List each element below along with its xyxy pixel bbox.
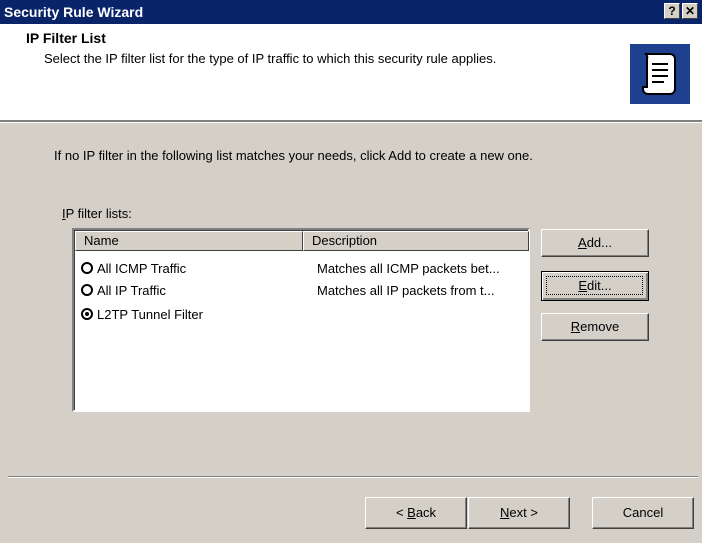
radio-button-selected[interactable] [81, 308, 93, 320]
title-bar: Security Rule Wizard ? ✕ [0, 0, 702, 24]
column-header-description[interactable]: Description [303, 231, 529, 251]
list-item[interactable]: L2TP Tunnel Filter [81, 305, 521, 325]
list-item-name: L2TP Tunnel Filter [97, 307, 203, 322]
list-item-description: Matches all IP packets from t... [317, 283, 495, 298]
remove-button[interactable]: Remove [541, 313, 649, 341]
list-item-name: All ICMP Traffic [97, 261, 187, 276]
close-icon: ✕ [684, 4, 696, 18]
list-item-description: Matches all ICMP packets bet... [317, 261, 500, 276]
footer-separator [8, 476, 698, 478]
column-header-name[interactable]: Name [75, 231, 303, 251]
page-title: IP Filter List [26, 30, 106, 46]
intro-text: If no IP filter in the following list ma… [54, 148, 533, 163]
window-title: Security Rule Wizard [4, 4, 144, 20]
list-item[interactable]: All ICMP Traffic Matches all ICMP packet… [81, 259, 521, 279]
radio-button[interactable] [81, 284, 93, 296]
edit-button[interactable]: Edit... [541, 271, 649, 301]
list-item[interactable]: All IP Traffic Matches all IP packets fr… [81, 281, 521, 301]
cancel-button[interactable]: Cancel [592, 497, 694, 529]
help-icon: ? [668, 4, 676, 18]
focus-rect [546, 276, 643, 295]
page-subtitle: Select the IP filter list for the type o… [44, 51, 497, 66]
scroll-icon [630, 44, 690, 104]
help-button[interactable]: ? [664, 3, 680, 19]
close-button[interactable]: ✕ [682, 3, 698, 19]
ip-filter-lists-label: IP filter lists: [62, 206, 132, 221]
add-button[interactable]: Add... [541, 229, 649, 257]
list-item-name: All IP Traffic [97, 283, 166, 298]
next-button[interactable]: Next > [468, 497, 570, 529]
radio-button[interactable] [81, 262, 93, 274]
back-button[interactable]: < Back [365, 497, 467, 529]
ip-filter-list[interactable]: Name Description All ICMP Traffic Matche… [72, 228, 530, 412]
